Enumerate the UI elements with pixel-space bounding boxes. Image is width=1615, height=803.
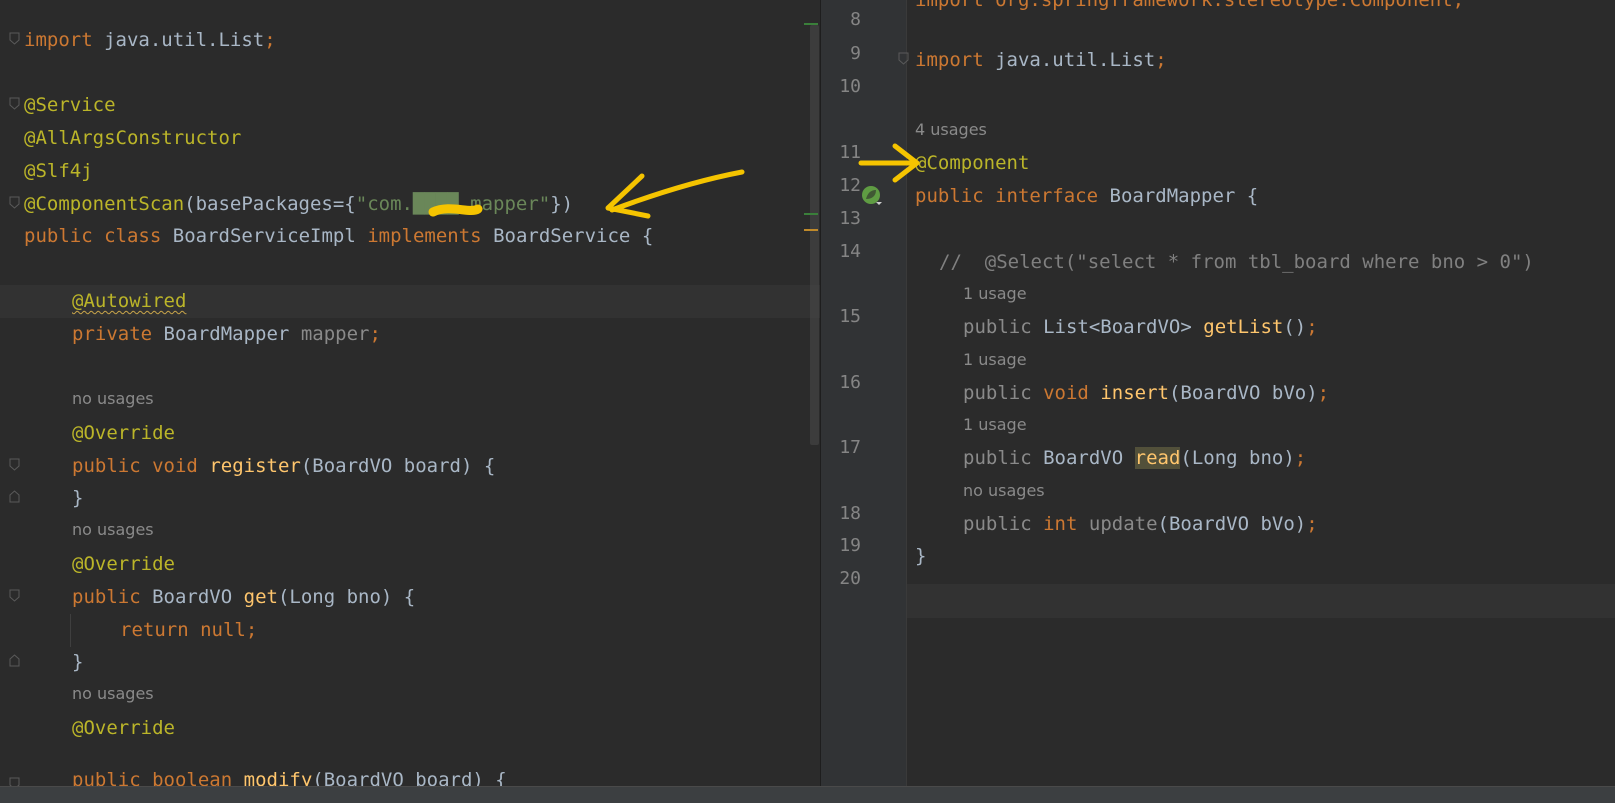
code-line-override[interactable]: @Override — [0, 548, 820, 581]
code-line-close-brace[interactable]: } — [821, 540, 1615, 573]
code-line-import-cut[interactable]: import org.springframework.stereotype.Co… — [915, 0, 1615, 17]
code-line-component[interactable]: @Component — [821, 147, 1615, 180]
code-line-modify[interactable]: public boolean modify(BoardVO board) { — [0, 764, 820, 787]
code-line-read[interactable]: public BoardVO read(Long bno); — [821, 442, 1615, 475]
code-line-interface[interactable]: public interface BoardMapper { — [821, 180, 1615, 213]
usage-hint[interactable]: 1 usage — [821, 346, 1615, 374]
code-line-import[interactable]: import java.util.List; — [821, 44, 1615, 77]
change-marker[interactable] — [804, 213, 818, 215]
code-line-getlist[interactable]: public List<BoardVO> getList(); — [821, 311, 1615, 344]
code-line-allargs[interactable]: @AllArgsConstructor — [0, 122, 820, 155]
code-line-override[interactable]: @Override — [0, 417, 820, 450]
code-line-import[interactable]: import java.util.List; — [0, 24, 820, 57]
line-number: 8 — [850, 9, 861, 30]
code-line-update[interactable]: public int update(BoardVO bVo); — [821, 508, 1615, 541]
code-line-close-brace[interactable]: } — [0, 646, 820, 679]
code-line-class-declaration[interactable]: public class BoardServiceImpl implements… — [0, 220, 820, 253]
usage-hint[interactable]: 1 usage — [821, 280, 1615, 308]
code-line-return[interactable]: return null; — [0, 614, 820, 647]
line-number: 10 — [839, 76, 861, 97]
code-line-get[interactable]: public BoardVO get(Long bno) { — [0, 581, 820, 614]
vertical-scrollbar[interactable] — [810, 25, 819, 445]
usage-hint[interactable]: 4 usages — [821, 116, 1615, 144]
code-line-close-brace[interactable]: } — [0, 482, 820, 515]
usage-hint[interactable]: no usages — [0, 680, 820, 708]
highlighted-identifier[interactable]: read — [1134, 447, 1181, 469]
autowired-warning[interactable]: @Autowired — [72, 290, 186, 312]
left-editor-pane[interactable]: import java.util.List; @Service @AllArgs… — [0, 0, 820, 787]
usage-hint[interactable]: 1 usage — [821, 411, 1615, 439]
code-line-register[interactable]: public void register(BoardVO board) { — [0, 450, 820, 483]
right-editor-pane[interactable]: 8 9 10 11 12 13 14 15 16 17 18 19 20 imp… — [821, 0, 1615, 787]
code-line-comment[interactable]: // @Select("select * from tbl_board wher… — [821, 246, 1615, 279]
code-line-insert[interactable]: public void insert(BoardVO bVo); — [821, 377, 1615, 410]
warning-marker[interactable] — [804, 229, 818, 231]
usage-hint[interactable]: no usages — [0, 516, 820, 544]
code-line-override[interactable]: @Override — [0, 712, 820, 745]
change-marker[interactable] — [804, 23, 818, 25]
current-line-highlight — [821, 584, 1615, 618]
status-bar — [0, 786, 1615, 803]
code-line-service[interactable]: @Service — [0, 89, 820, 122]
code-line-slf4j[interactable]: @Slf4j — [0, 155, 820, 188]
usage-hint[interactable]: no usages — [0, 385, 820, 413]
code-line-field[interactable]: private BoardMapper mapper; — [0, 318, 820, 351]
code-line-autowired[interactable]: @Autowired — [0, 285, 820, 318]
usage-hint[interactable]: no usages — [821, 477, 1615, 505]
code-line-componentscan[interactable]: @ComponentScan(basePackages={"com.████.m… — [0, 188, 820, 221]
